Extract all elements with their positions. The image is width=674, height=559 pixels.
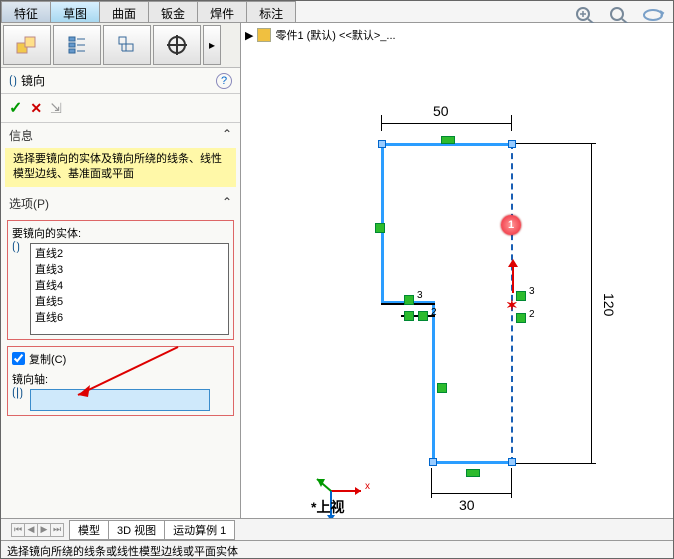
tab-sheetmetal[interactable]: 钣金 [148,1,198,22]
dim-50[interactable]: 50 [433,103,449,119]
tab-motion[interactable]: 运动算例 1 [164,520,235,540]
feature-tree-crumb[interactable]: ▶ 零件1 (默认) <<默认>_... [245,27,396,43]
info-message: 选择要镜向的实体及镜向所绕的线条、线性模型边线、基准面或平面 [5,148,236,187]
property-manager-tab[interactable] [53,25,101,65]
mirror-icon: ⟮⟯ [9,73,17,88]
help-icon[interactable]: ? [216,73,232,89]
graphics-area[interactable]: ▶ 零件1 (默认) <<默认>_... 50 120 30 [241,23,673,518]
relation-horizontal[interactable] [466,469,480,477]
axis-group: 复制(C) 镜向轴: ⟮|⟯ [7,346,234,416]
relation-vertical[interactable] [375,223,385,233]
info-header-label: 信息 [9,127,33,144]
tab-model[interactable]: 模型 [69,520,109,540]
nav-first[interactable]: ⏮ [11,523,25,537]
relation-tag[interactable] [516,313,526,323]
axis-x-label: x [365,481,370,492]
nav-last[interactable]: ⏭ [50,523,64,537]
nav-prev[interactable]: ◀ [24,523,38,537]
entities-label: 要镜向的实体: [12,225,229,241]
endpoint[interactable] [508,140,516,148]
endpoint[interactable] [508,458,516,466]
ok-button[interactable]: ✓ [9,98,22,118]
property-header: ⟮⟯ 镜向 ? [1,68,240,94]
manager-tabs: ▸ [1,23,240,68]
collapse-icon: ⌃ [222,195,232,212]
tab-feature[interactable]: 特征 [1,1,51,22]
relation-horizontal[interactable] [441,136,455,144]
expand-icon[interactable]: ▶ [245,29,253,42]
dim-120[interactable]: 120 [601,293,617,316]
ext-line [516,463,596,464]
part-icon [257,28,271,42]
relation-tag[interactable] [404,311,414,321]
entities-listbox[interactable]: 直线2 直线3 直线4 直线5 直线6 [30,243,229,335]
status-bar: 选择镜向所绕的线条或线性模型边线或平面实体 [1,540,673,558]
ext-line [511,468,512,498]
part-name: 零件1 (默认) <<默认>_... [275,27,395,43]
axis-label: 镜向轴: [12,371,229,387]
rel-num: 3 [529,286,535,297]
options-header[interactable]: 选项(P) ⌃ [1,191,240,216]
ext-line [381,115,382,131]
list-item[interactable]: 直线4 [35,278,224,294]
feature-manager-tab[interactable] [3,25,51,65]
endpoint[interactable] [378,140,386,148]
tab-nav: ⏮ ◀ ▶ ⏭ [11,523,63,537]
callout-1: 1 [501,215,521,235]
tab-weldment[interactable]: 焊件 [197,1,247,22]
view-name: *上视 [311,497,344,517]
tab-3dview[interactable]: 3D 视图 [108,520,165,540]
copy-checkbox[interactable] [12,352,25,365]
entities-group: 要镜向的实体: ⟮⟯ 直线2 直线3 直线4 直线5 直线6 [7,220,234,340]
dim-30[interactable]: 30 [459,497,475,513]
endpoint[interactable] [429,458,437,466]
bottom-tabs: ⏮ ◀ ▶ ⏭ 模型 3D 视图 运动算例 1 [1,518,673,540]
confirm-row: ✓ ✕ ⇲ [1,94,240,123]
info-header[interactable]: 信息 ⌃ [1,123,240,148]
direction-arrow [507,259,519,295]
pin-button[interactable]: ⇲ [50,100,62,117]
rel-num: 2 [431,307,437,318]
sketch-line[interactable] [432,461,512,464]
rel-num: 2 [529,309,535,320]
dim-line [381,123,511,124]
manager-overflow[interactable]: ▸ [203,25,221,65]
list-item[interactable]: 直线3 [35,262,224,278]
sketch-view: 50 120 30 [321,83,631,513]
ext-line [511,115,512,131]
tab-surface[interactable]: 曲面 [99,1,149,22]
list-item[interactable]: 直线5 [35,294,224,310]
relation-tag[interactable] [418,311,428,321]
dim-line [591,143,592,463]
cancel-button[interactable]: ✕ [30,100,42,117]
dim-line [431,493,511,494]
property-manager: ▸ ⟮⟯ 镜向 ? ✓ ✕ ⇲ 信息 ⌃ 选择要镜向的实体及镜向所绕的线条、线性模… [1,23,241,518]
ext-line [516,143,596,144]
dimxpert-tab[interactable] [153,25,201,65]
rel-num: 3 [417,290,423,301]
tab-sketch[interactable]: 草图 [50,1,100,22]
sketch-line[interactable] [432,301,435,463]
copy-label: 复制(C) [29,351,66,367]
relation-tag[interactable] [404,295,414,305]
options-header-label: 选项(P) [9,195,49,212]
config-manager-tab[interactable] [103,25,151,65]
axis-input[interactable] [30,389,210,411]
list-item[interactable]: 直线2 [35,246,224,262]
nav-next[interactable]: ▶ [37,523,51,537]
relation-vertical[interactable] [437,383,447,393]
ext-line [431,468,432,498]
collapse-icon: ⌃ [222,127,232,144]
list-item[interactable]: 直线6 [35,310,224,326]
entities-icon: ⟮⟯ [12,239,20,254]
origin-icon: ✶ [506,297,518,314]
axis-icon: ⟮|⟯ [12,385,23,400]
tab-annotate[interactable]: 标注 [246,1,296,22]
panel-title: 镜向 [21,72,45,89]
